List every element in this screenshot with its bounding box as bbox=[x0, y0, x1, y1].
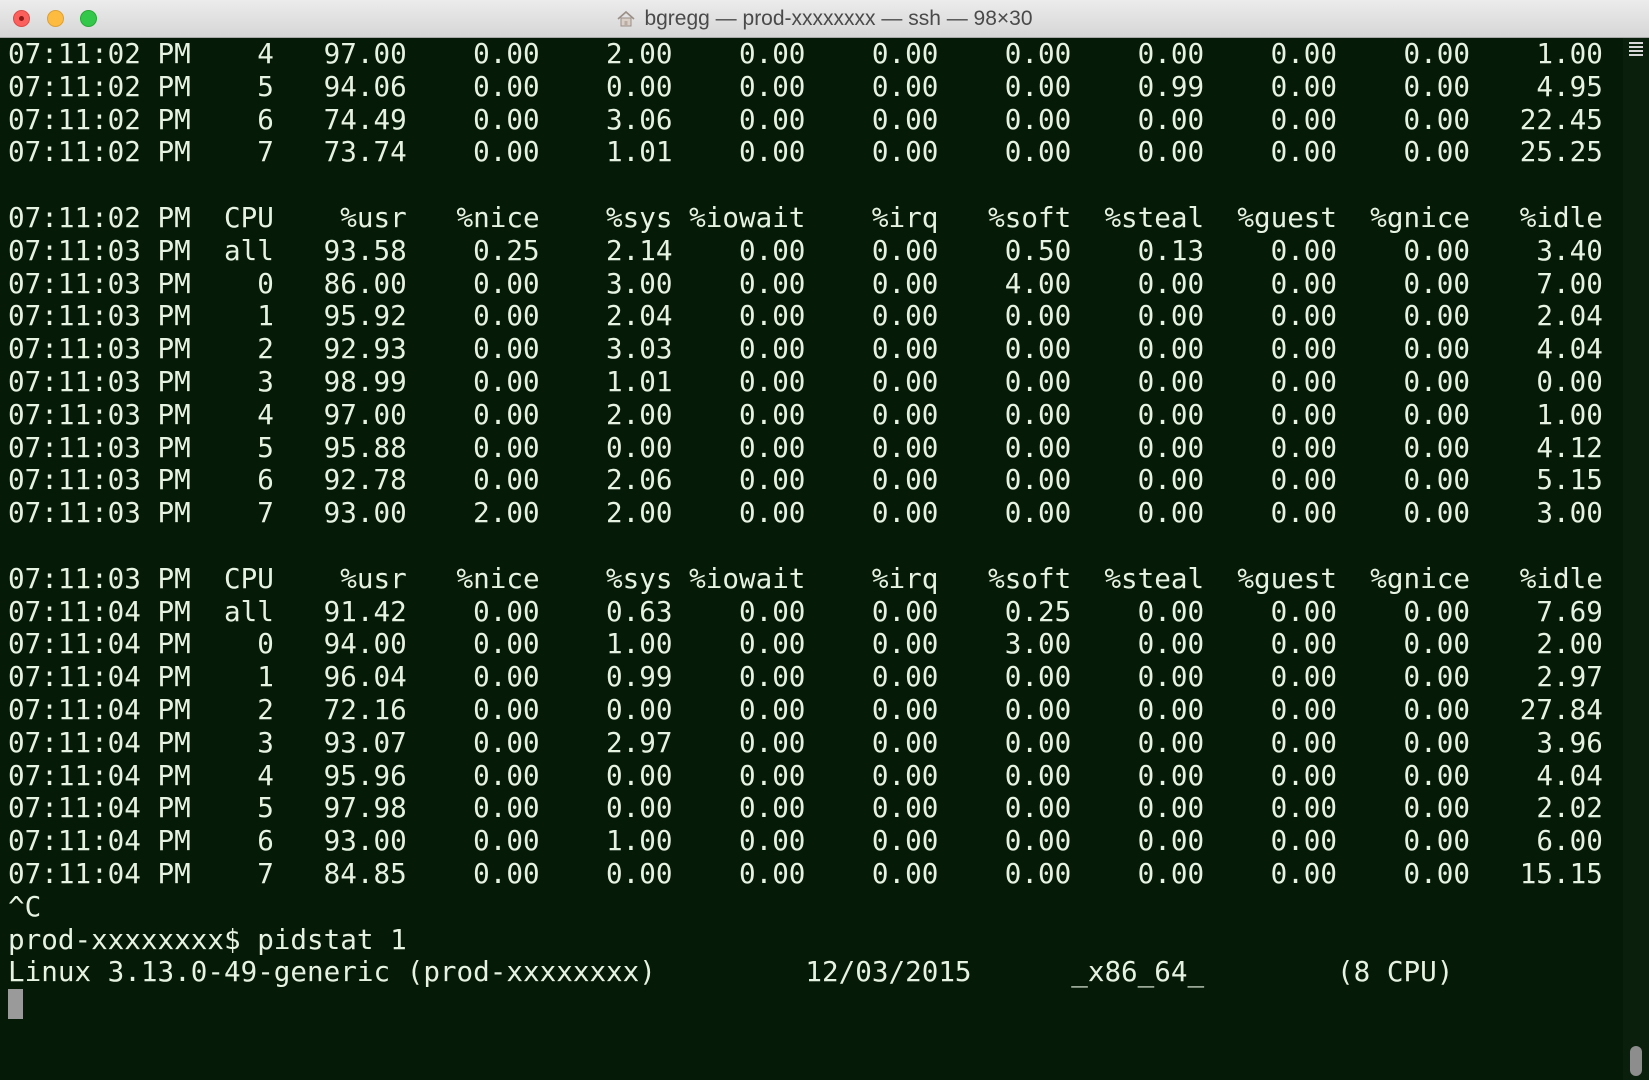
terminal-line: 07:11:04 PM 0 94.00 0.00 1.00 0.00 0.00 … bbox=[8, 627, 1603, 661]
terminal-output[interactable]: 07:11:02 PM 4 97.00 0.00 2.00 0.00 0.00 … bbox=[8, 37, 1618, 1080]
terminal-line: 07:11:04 PM 3 93.07 0.00 2.97 0.00 0.00 … bbox=[8, 725, 1603, 759]
terminal-line: 07:11:04 PM 1 96.04 0.00 0.99 0.00 0.00 … bbox=[8, 660, 1603, 694]
terminal-line: 07:11:02 PM 5 94.06 0.00 0.00 0.00 0.00 … bbox=[8, 69, 1603, 103]
terminal-line: 07:11:03 PM 6 92.78 0.00 2.06 0.00 0.00 … bbox=[8, 463, 1603, 497]
window-title: bgregg — prod-xxxxxxxx — ssh — 98×30 bbox=[644, 7, 1033, 30]
terminal-line: 07:11:02 PM 7 73.74 0.00 1.01 0.00 0.00 … bbox=[8, 135, 1603, 169]
prompt-line[interactable] bbox=[8, 989, 1618, 1022]
terminal-line: 07:11:04 PM 5 97.98 0.00 0.00 0.00 0.00 … bbox=[8, 791, 1603, 825]
terminal-line: 07:11:03 PM all 93.58 0.25 2.14 0.00 0.0… bbox=[8, 233, 1603, 267]
title-bar[interactable]: bgregg — prod-xxxxxxxx — ssh — 98×30 bbox=[0, 0, 1649, 38]
text-cursor bbox=[8, 989, 23, 1020]
terminal-line: 07:11:04 PM all 91.42 0.00 0.63 0.00 0.0… bbox=[8, 594, 1603, 628]
terminal-line: Linux 3.13.0-49-generic (prod-xxxxxxxx) … bbox=[8, 955, 1454, 989]
terminal-line: 07:11:04 PM 4 95.96 0.00 0.00 0.00 0.00 … bbox=[8, 758, 1603, 792]
terminal-line: prod-xxxxxxxx$ pidstat 1 bbox=[8, 922, 407, 956]
terminal-line: 07:11:04 PM 2 72.16 0.00 0.00 0.00 0.00 … bbox=[8, 692, 1603, 726]
terminal-line: ^C bbox=[8, 889, 42, 923]
scroll-thumb[interactable] bbox=[1630, 1046, 1642, 1076]
terminal-line: 07:11:03 PM 5 95.88 0.00 0.00 0.00 0.00 … bbox=[8, 430, 1603, 464]
terminal-line: 07:11:04 PM 6 93.00 0.00 1.00 0.00 0.00 … bbox=[8, 824, 1603, 858]
window-title-area: bgregg — prod-xxxxxxxx — ssh — 98×30 bbox=[0, 0, 1649, 38]
terminal-line: 07:11:02 PM CPU %usr %nice %sys %iowait … bbox=[8, 200, 1603, 234]
house-icon bbox=[616, 9, 636, 29]
terminal-line: 07:11:02 PM 4 97.00 0.00 2.00 0.00 0.00 … bbox=[8, 37, 1603, 70]
terminal-line: 07:11:03 PM 2 92.93 0.00 3.03 0.00 0.00 … bbox=[8, 332, 1603, 366]
terminal-line: 07:11:03 PM CPU %usr %nice %sys %iowait … bbox=[8, 561, 1603, 595]
terminal-line: 07:11:03 PM 1 95.92 0.00 2.04 0.00 0.00 … bbox=[8, 299, 1603, 333]
terminal-line: 07:11:03 PM 3 98.99 0.00 1.01 0.00 0.00 … bbox=[8, 364, 1603, 398]
terminal-line: 07:11:03 PM 7 93.00 2.00 2.00 0.00 0.00 … bbox=[8, 496, 1603, 530]
split-pane-icon[interactable] bbox=[1629, 42, 1643, 56]
terminal-line: 07:11:02 PM 6 74.49 0.00 3.06 0.00 0.00 … bbox=[8, 102, 1603, 136]
terminal-window: bgregg — prod-xxxxxxxx — ssh — 98×30 07:… bbox=[0, 0, 1649, 1080]
terminal-line: 07:11:03 PM 4 97.00 0.00 2.00 0.00 0.00 … bbox=[8, 397, 1603, 431]
terminal-line: 07:11:03 PM 0 86.00 0.00 3.00 0.00 0.00 … bbox=[8, 266, 1603, 300]
terminal-line: 07:11:04 PM 7 84.85 0.00 0.00 0.00 0.00 … bbox=[8, 856, 1603, 890]
scrollbar[interactable] bbox=[1623, 38, 1649, 1080]
